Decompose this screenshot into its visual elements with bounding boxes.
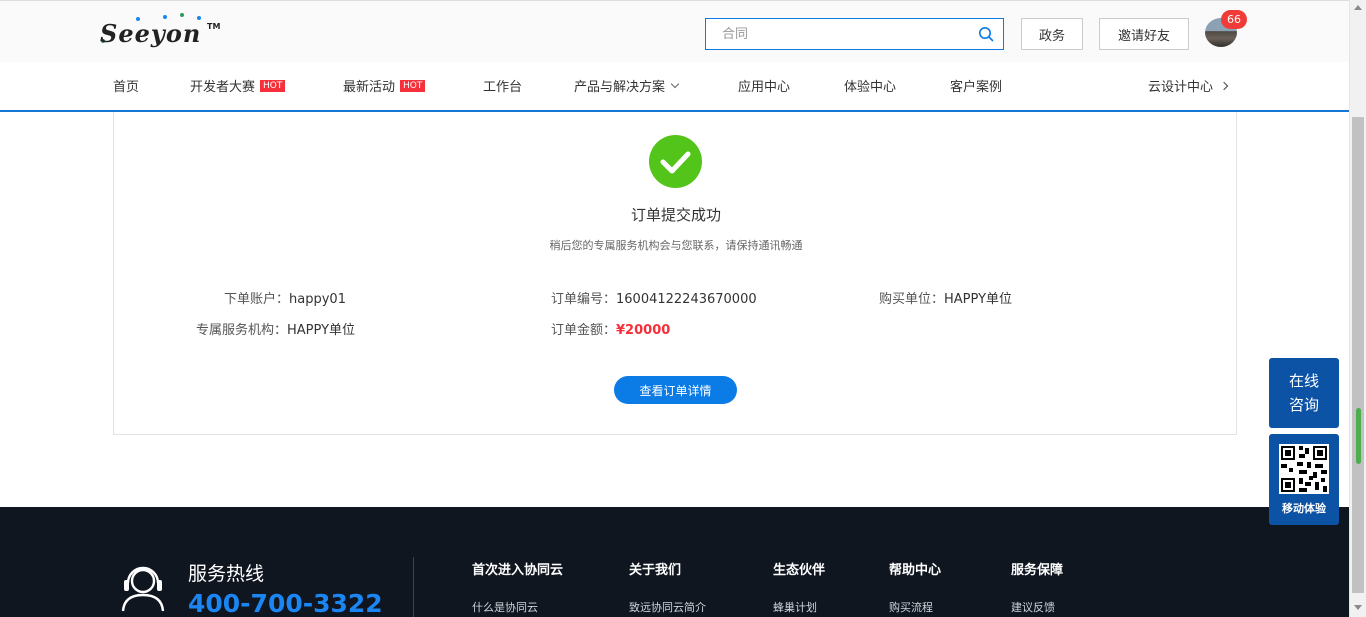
nav-item-label: 最新活动 [343, 80, 396, 95]
order-account: 下单账户：happy01 [224, 288, 346, 307]
footer: 服务热线 400-700-3322 首次进入协同云 什么是协同云 关于我们 致远… [0, 507, 1349, 617]
hot-badge: HOT [400, 79, 426, 92]
online-consult-line2: 咨询 [1288, 396, 1319, 414]
footer-link-intro[interactable]: 致远协同云简介 [629, 599, 706, 615]
page-scrollbar[interactable] [1349, 0, 1366, 617]
nav-item-cloud-design-center[interactable]: 云设计中心 [1148, 76, 1229, 95]
invite-friends-button[interactable]: 邀请好友 [1099, 18, 1189, 50]
scroll-indicator [1356, 408, 1361, 464]
service-agency: 专属服务机构：HAPPY单位 [196, 319, 355, 338]
logo-dot [180, 13, 184, 17]
nav-item-customer-cases[interactable]: 客户案例 [950, 76, 1002, 95]
purchase-unit-label: 购买单位： [879, 292, 945, 307]
order-number-label: 订单编号： [551, 292, 617, 307]
hot-badge: HOT [260, 79, 286, 92]
nav-item-label: 体验中心 [844, 80, 897, 95]
nav-item-label: 云设计中心 [1148, 80, 1214, 95]
purchase-unit: 购买单位：HAPPY单位 [879, 288, 1012, 307]
gov-button[interactable]: 政务 [1021, 18, 1083, 50]
footer-heading-first-visit[interactable]: 首次进入协同云 [472, 559, 563, 578]
service-agency-label: 专属服务机构： [196, 323, 288, 338]
footer-heading-service-guarantee[interactable]: 服务保障 [1011, 559, 1063, 578]
search-box [705, 18, 1004, 50]
chevron-down-icon [670, 79, 680, 88]
scrollbar-thumb[interactable] [1352, 117, 1364, 593]
order-success-card: 订单提交成功 稍后您的专属服务机构会与您联系，请保持通讯畅通 下单账户：happ… [113, 112, 1237, 435]
order-account-label: 下单账户： [224, 292, 290, 307]
nav-item-latest-events[interactable]: 最新活动 HOT [343, 76, 426, 95]
nav-item-label: 开发者大赛 [190, 80, 256, 95]
nav-item-label: 工作台 [483, 80, 523, 95]
footer-link-what-is-cloud[interactable]: 什么是协同云 [472, 599, 538, 615]
mobile-experience-label: 移动体验 [1282, 502, 1326, 515]
footer-heading-help-center[interactable]: 帮助中心 [889, 559, 941, 578]
order-amount: 订单金额：¥20000 [551, 319, 670, 338]
search-icon[interactable] [978, 26, 994, 42]
qr-code-icon [1279, 444, 1329, 494]
notification-badge[interactable]: 66 [1221, 10, 1247, 29]
main-nav: 首页 开发者大赛 HOT 最新活动 HOT 工作台 产品与解决方案 应用中心 体… [0, 62, 1349, 112]
hotline-label: 服务热线 [188, 563, 265, 585]
footer-link-purchase-flow[interactable]: 购买流程 [889, 599, 933, 615]
order-success-subtitle: 稍后您的专属服务机构会与您联系，请保持通讯畅通 [549, 239, 803, 252]
nav-item-label: 客户案例 [950, 80, 1003, 95]
mobile-experience-widget[interactable]: 移动体验 [1269, 434, 1339, 525]
nav-item-workbench[interactable]: 工作台 [483, 76, 522, 95]
hotline-number[interactable]: 400-700-3322 [188, 589, 383, 617]
online-consult-line1: 在线 [1288, 372, 1319, 390]
footer-heading-partners[interactable]: 生态伙伴 [773, 559, 825, 578]
chevron-right-icon [1219, 81, 1229, 90]
purchase-unit-value: HAPPY单位 [944, 292, 1013, 307]
nav-item-home[interactable]: 首页 [113, 76, 139, 95]
seeyon-logo[interactable]: Seeyon TM [100, 13, 230, 49]
service-agency-value: HAPPY单位 [287, 323, 356, 338]
nav-item-app-center[interactable]: 应用中心 [738, 76, 790, 95]
logo-tm: TM [207, 22, 221, 31]
footer-link-feedback[interactable]: 建议反馈 [1011, 599, 1055, 615]
search-input[interactable] [706, 19, 976, 49]
order-account-value: happy01 [289, 292, 346, 307]
scroll-up-arrow-icon[interactable] [1354, 5, 1362, 10]
order-amount-label: 订单金额： [551, 323, 617, 338]
nav-item-label: 产品与解决方案 [574, 80, 666, 95]
order-amount-value: ¥20000 [616, 323, 671, 338]
order-number: 订单编号：16004122243670000 [551, 288, 757, 307]
page: Seeyon TM 政务 邀请好友 66 首页 开发者大赛 HOT 最新活动 H… [0, 0, 1366, 617]
order-number-value: 16004122243670000 [616, 292, 757, 307]
nav-item-label: 应用中心 [738, 80, 791, 95]
success-check-icon [649, 135, 702, 188]
headset-icon [121, 566, 165, 612]
nav-item-label: 首页 [113, 80, 140, 95]
nav-item-products-solutions[interactable]: 产品与解决方案 [574, 76, 680, 95]
online-consult-button[interactable]: 在线 咨询 [1269, 358, 1339, 428]
footer-heading-about-us[interactable]: 关于我们 [629, 559, 681, 578]
logo-text: Seeyon [100, 19, 202, 48]
nav-item-experience-center[interactable]: 体验中心 [844, 76, 896, 95]
footer-link-hive-plan[interactable]: 蜂巢计划 [773, 599, 817, 615]
nav-item-developer-contest[interactable]: 开发者大赛 HOT [190, 76, 286, 95]
scroll-down-arrow-icon[interactable] [1354, 605, 1362, 610]
view-order-details-button[interactable]: 查看订单详情 [614, 376, 737, 404]
footer-divider [413, 557, 414, 617]
order-success-title: 订单提交成功 [630, 206, 721, 224]
top-bar: Seeyon TM 政务 邀请好友 66 [0, 0, 1349, 62]
